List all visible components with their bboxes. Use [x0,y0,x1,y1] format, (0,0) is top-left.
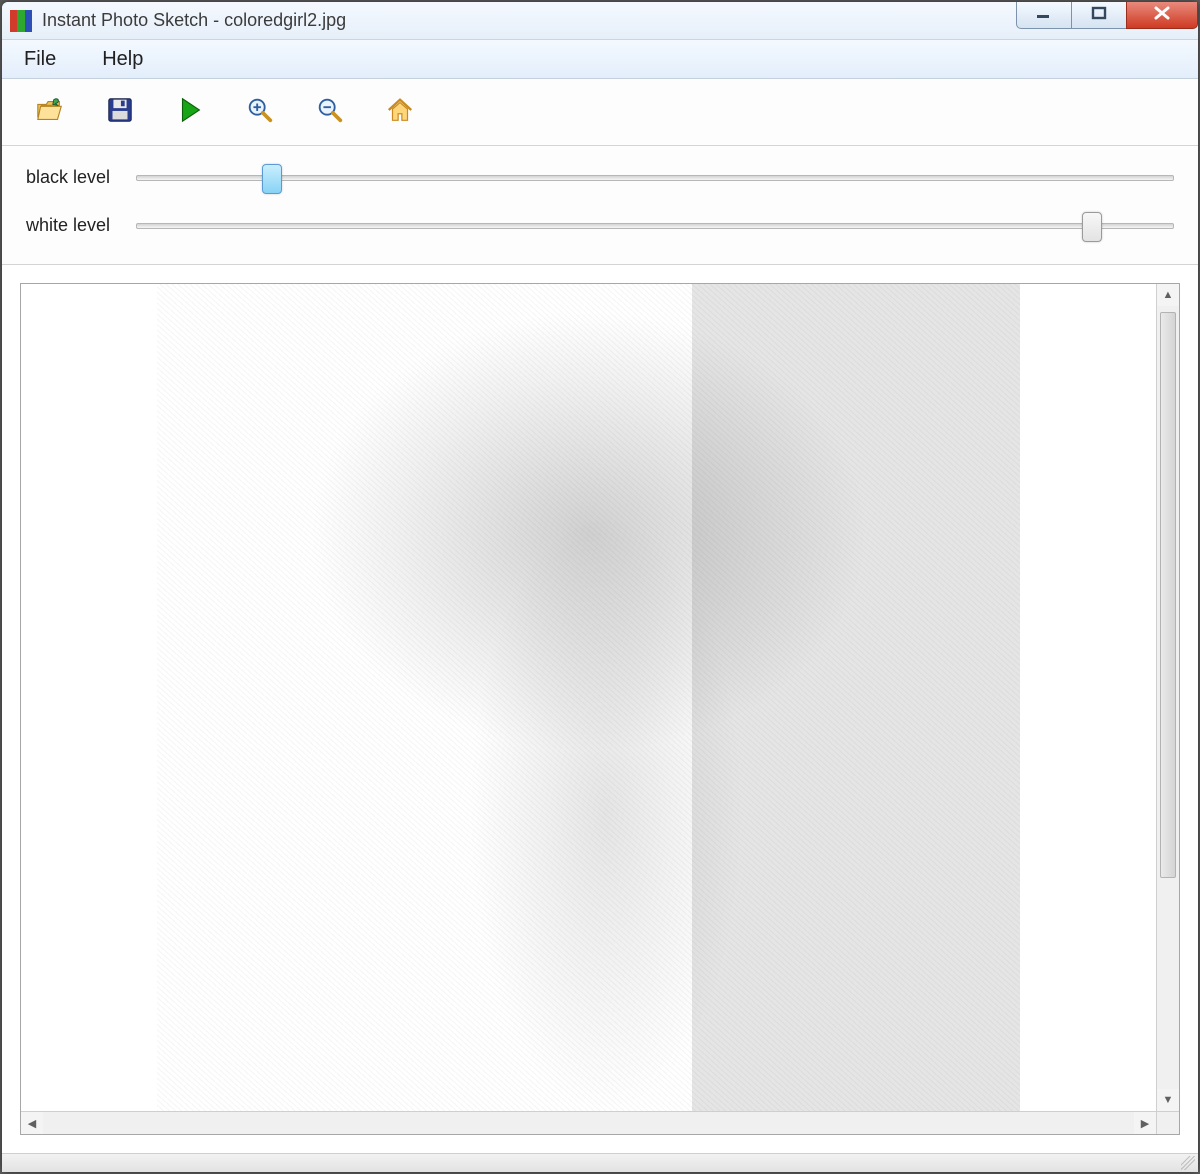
vscroll-thumb[interactable] [1160,312,1176,878]
vscroll-track[interactable] [1157,306,1179,1089]
vertical-scrollbar[interactable]: ▲ ▼ [1156,284,1179,1111]
resize-grip[interactable] [1181,1156,1195,1170]
horizontal-scrollbar[interactable]: ◀ ▶ [21,1111,1179,1134]
scroll-right-button[interactable]: ▶ [1134,1112,1156,1134]
window-controls [1017,2,1198,39]
maximize-button[interactable] [1071,2,1127,29]
menu-help[interactable]: Help [94,45,151,74]
zoom-out-icon [315,95,345,129]
slider-white-level: white level [26,212,1174,238]
slider-rail [136,175,1174,181]
sliders-panel: black level white level [2,146,1198,265]
slider-thumb-white[interactable] [1082,212,1102,242]
folder-open-icon [35,95,65,129]
slider-track-white[interactable] [136,212,1174,238]
slider-label-white: white level [26,215,136,236]
statusbar [2,1153,1198,1172]
window-title: Instant Photo Sketch - coloredgirl2.jpg [42,10,346,31]
slider-thumb-black[interactable] [262,164,282,194]
slider-track-black[interactable] [136,164,1174,190]
menubar: File Help [2,40,1198,79]
menu-file[interactable]: File [16,45,64,74]
sketch-image [157,284,1020,1111]
image-viewport[interactable] [21,284,1156,1111]
run-button[interactable] [172,94,208,130]
home-button[interactable] [382,94,418,130]
close-icon [1152,6,1172,25]
canvas-view: ▲ ▼ [21,284,1179,1111]
floppy-disk-icon [105,95,135,129]
toolbar [2,79,1198,146]
save-button[interactable] [102,94,138,130]
slider-black-level: black level [26,164,1174,190]
app-icon [10,10,32,32]
close-button[interactable] [1126,2,1198,29]
titlebar: Instant Photo Sketch - coloredgirl2.jpg [2,2,1198,40]
scroll-corner [1156,1112,1179,1134]
scroll-up-button[interactable]: ▲ [1157,284,1179,306]
minimize-icon [1035,6,1053,25]
home-icon [385,95,415,129]
scroll-left-button[interactable]: ◀ [21,1112,43,1134]
content-area: ▲ ▼ ◀ ▶ [2,265,1198,1153]
zoom-in-icon [245,95,275,129]
slider-label-black: black level [26,167,136,188]
open-button[interactable] [32,94,68,130]
slider-rail [136,223,1174,229]
maximize-icon [1090,6,1108,25]
hscroll-track[interactable] [43,1112,1134,1134]
canvas-wrap: ▲ ▼ ◀ ▶ [20,283,1180,1135]
zoom-out-button[interactable] [312,94,348,130]
minimize-button[interactable] [1016,2,1072,29]
zoom-in-button[interactable] [242,94,278,130]
scroll-down-button[interactable]: ▼ [1157,1089,1179,1111]
play-icon [175,95,205,129]
